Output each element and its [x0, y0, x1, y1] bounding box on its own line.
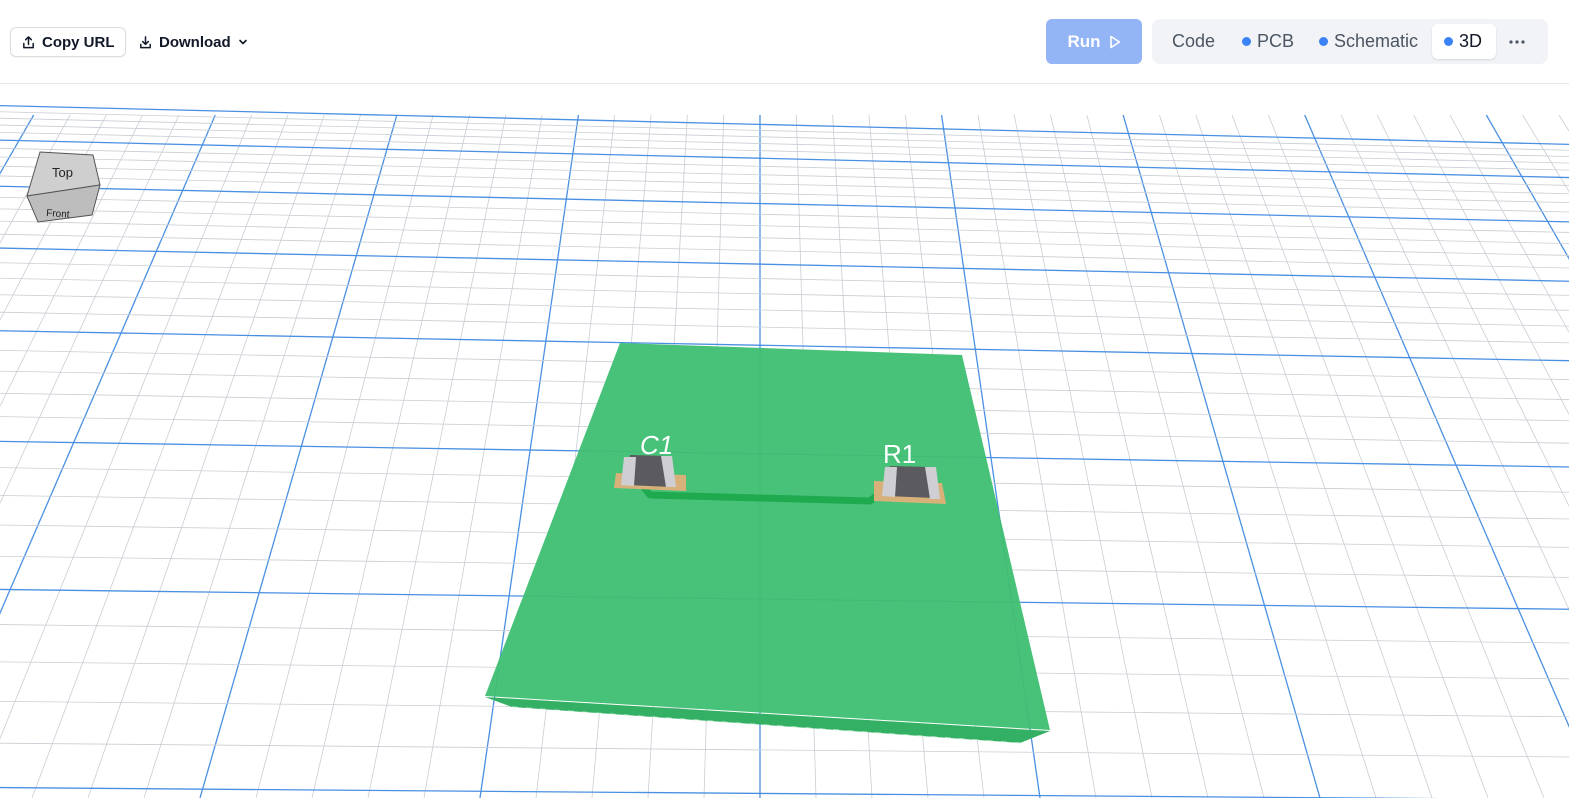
grid-line-depth	[1122, 114, 1321, 798]
grid-line-width	[0, 247, 1569, 282]
copy-url-button[interactable]: Copy URL	[10, 27, 126, 57]
grid-line-width	[0, 156, 1569, 195]
status-dot-icon	[1242, 37, 1251, 46]
tab-pcb[interactable]: PCB	[1236, 24, 1300, 59]
status-dot-icon	[1444, 37, 1453, 46]
download-icon	[140, 35, 151, 48]
top-toolbar: Copy URL Download Run Code PCB Schematic	[0, 0, 1569, 84]
download-label: Download	[159, 33, 231, 51]
run-label: Run	[1067, 31, 1101, 51]
grid-line-width	[0, 233, 1569, 269]
status-dot-icon	[1319, 37, 1328, 46]
run-button[interactable]: Run	[1046, 19, 1142, 64]
c1-designator: C1	[640, 430, 673, 460]
grid-line-depth	[1449, 114, 1569, 334]
grid-line-width	[0, 294, 1569, 327]
grid-line-width	[0, 786, 1441, 798]
more-button[interactable]	[1502, 24, 1532, 59]
copy-url-label: Copy URL	[42, 33, 115, 51]
tab-schematic-label: Schematic	[1334, 31, 1419, 51]
download-button[interactable]: Download	[130, 27, 257, 57]
view-tabs: Code PCB Schematic 3D	[1152, 19, 1548, 64]
grid-line-width	[0, 147, 1569, 186]
tab-code[interactable]: Code	[1166, 24, 1221, 59]
grid-line-depth	[1268, 114, 1545, 798]
grid-line-width	[0, 262, 1569, 296]
grid-line-depth	[1086, 114, 1265, 798]
chevron-down-icon	[238, 39, 247, 45]
grid-line-width	[0, 742, 1569, 758]
grid-line-width	[0, 117, 1569, 157]
grid-line-depth	[199, 114, 398, 798]
grid-line-depth	[0, 114, 216, 615]
grid-line-depth	[87, 114, 325, 798]
grid-line-depth	[143, 114, 361, 798]
grid-line-width	[0, 277, 1569, 311]
3d-viewport[interactable]: C1 R1 Top Front	[0, 85, 1569, 798]
grid-line-width	[0, 185, 1569, 223]
tab-3d-label: 3D	[1459, 31, 1483, 51]
grid-line-depth	[1159, 114, 1377, 798]
share-upload-icon	[23, 35, 34, 48]
view-cube-top-label: Top	[52, 165, 73, 180]
play-icon	[1109, 35, 1120, 48]
grid-line-depth	[0, 114, 35, 175]
tab-pcb-label: PCB	[1257, 31, 1295, 51]
grid-line-depth	[1050, 114, 1209, 798]
tab-3d[interactable]: 3D	[1432, 24, 1497, 59]
view-cube-front-label: Front	[46, 208, 70, 221]
grid-line-depth	[1558, 114, 1569, 132]
grid-line-width	[0, 311, 1569, 344]
r1-designator: R1	[883, 439, 916, 469]
grid-line-width	[0, 104, 1569, 146]
view-cube[interactable]: Top Front	[26, 151, 101, 223]
tab-code-label: Code	[1172, 31, 1216, 51]
grid-line-width	[0, 196, 1569, 233]
tab-schematic[interactable]: Schematic	[1313, 24, 1424, 59]
more-horizontal-icon	[1509, 39, 1525, 44]
grid-line-depth	[0, 114, 180, 505]
board-top	[485, 343, 1050, 730]
